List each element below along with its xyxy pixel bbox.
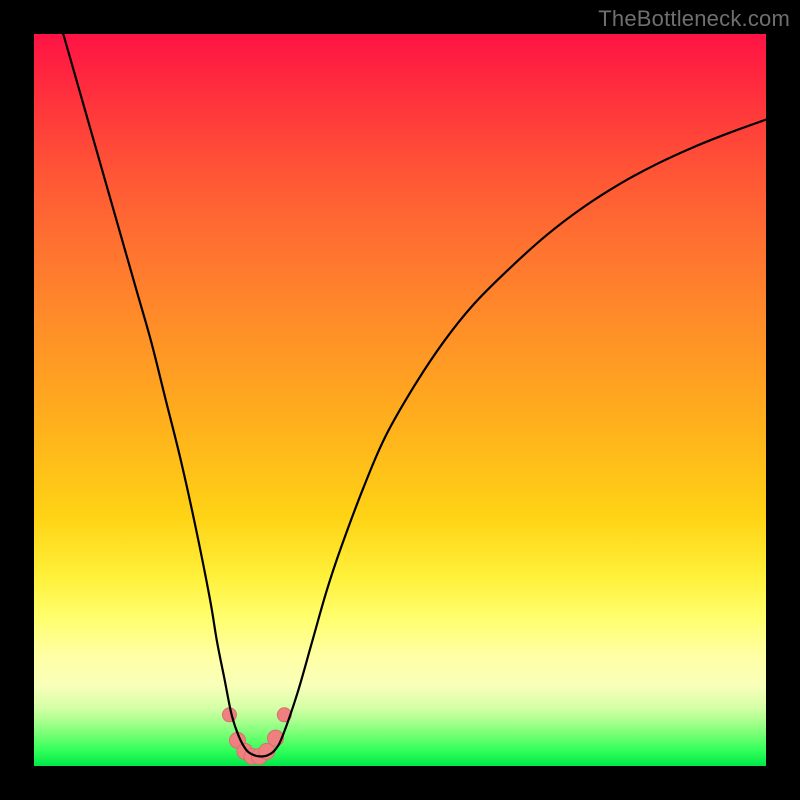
bottleneck-curve bbox=[63, 34, 766, 756]
plot-area bbox=[34, 34, 766, 766]
curve-svg bbox=[34, 34, 766, 766]
chart-frame: TheBottleneck.com bbox=[0, 0, 800, 800]
watermark-text: TheBottleneck.com bbox=[598, 6, 790, 32]
